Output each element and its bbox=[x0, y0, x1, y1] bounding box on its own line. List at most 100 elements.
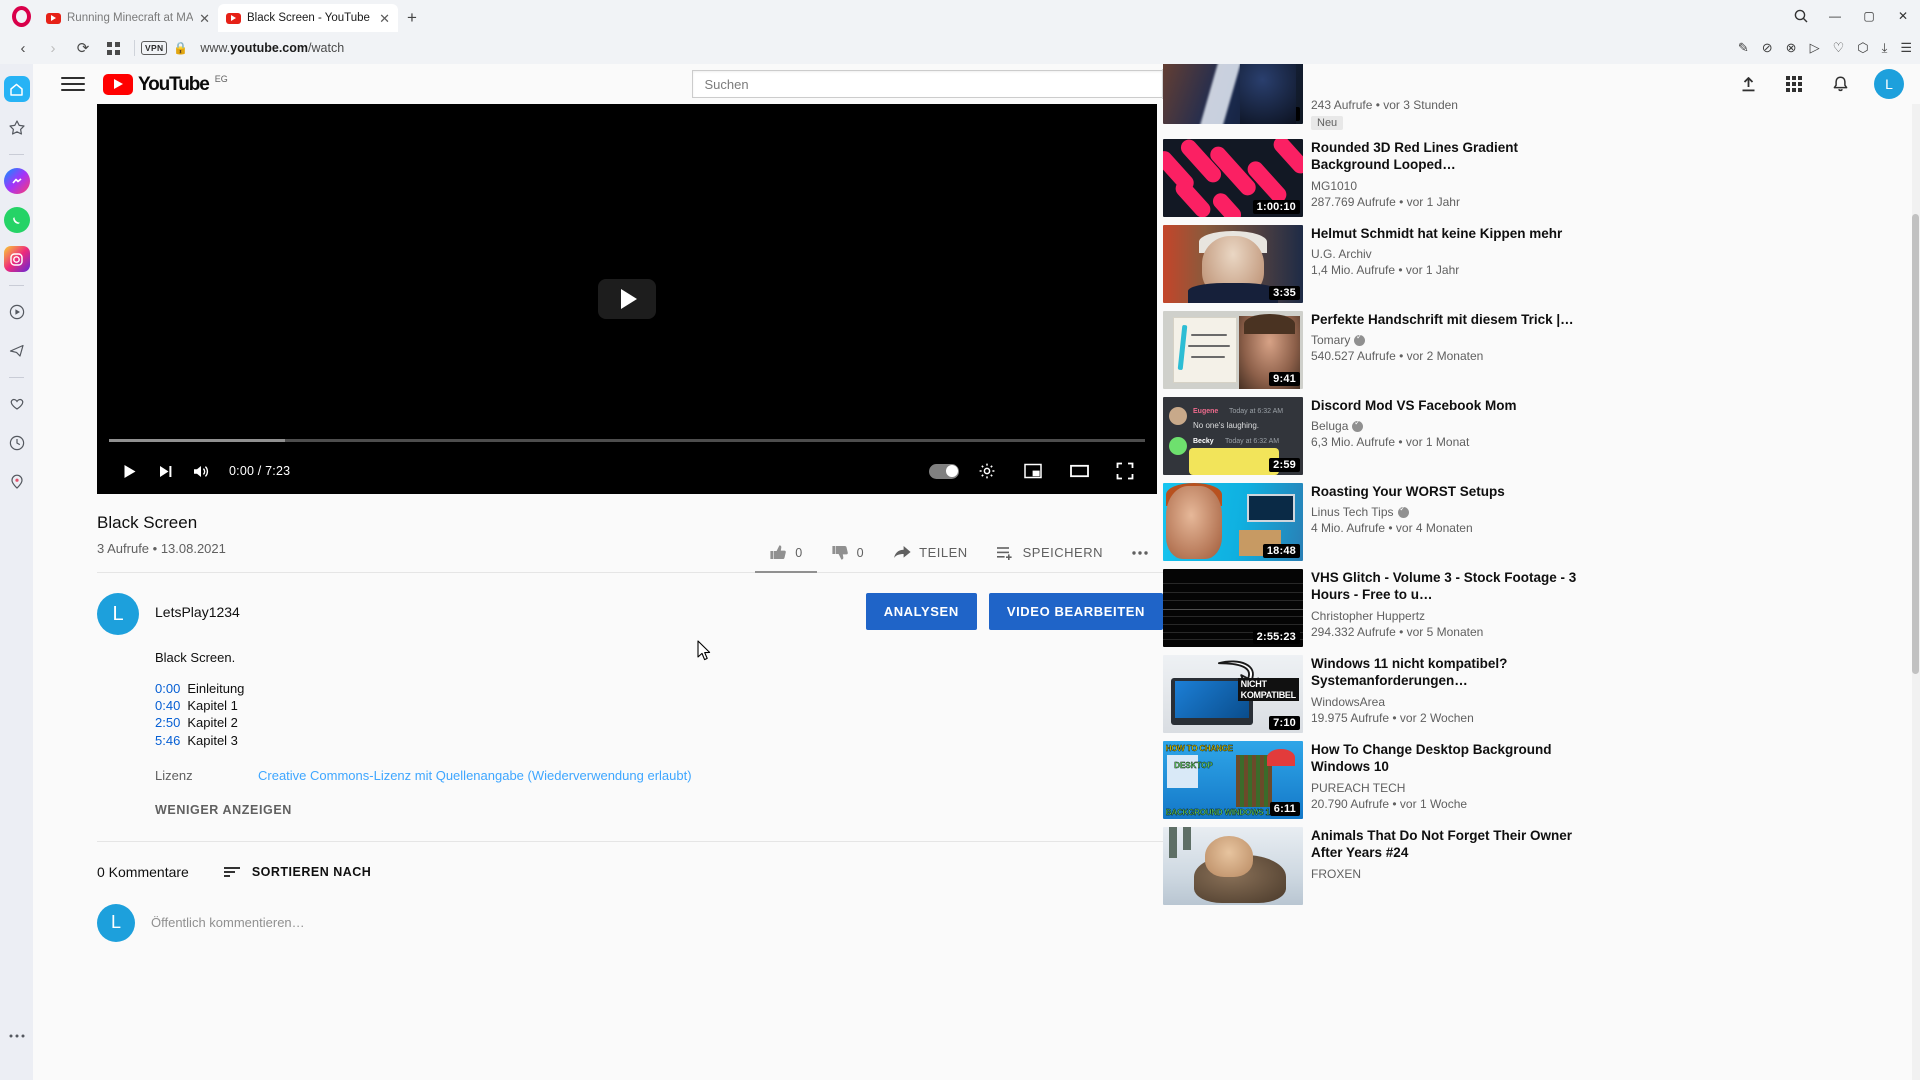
video-thumbnail[interactable]: 18:48 bbox=[1163, 483, 1303, 561]
video-title[interactable]: Roasting Your WORST Setups bbox=[1311, 483, 1595, 500]
video-thumbnail[interactable]: HOW TO CHANGE DESKTOP BACKGROUND WINDOWS… bbox=[1163, 741, 1303, 819]
video-channel[interactable]: Christopher Huppertz bbox=[1311, 609, 1595, 623]
save-button[interactable]: SPEICHERN bbox=[982, 534, 1117, 572]
chapter-timestamp[interactable]: 0:40 bbox=[155, 697, 180, 714]
heart-icon[interactable] bbox=[4, 391, 30, 417]
edit-video-button[interactable]: VIDEO BEARBEITEN bbox=[988, 593, 1163, 630]
share-button[interactable]: TEILEN bbox=[878, 534, 982, 572]
gear-icon[interactable] bbox=[969, 453, 1005, 489]
chapter-timestamp[interactable]: 0:00 bbox=[155, 680, 180, 697]
scrollbar-thumb[interactable] bbox=[1912, 214, 1919, 674]
browser-tab-2[interactable]: Black Screen - YouTube ✕ bbox=[218, 4, 398, 32]
comment-input[interactable]: Öffentlich kommentieren… bbox=[151, 915, 305, 930]
sort-by-button[interactable]: SORTIEREN NACH bbox=[223, 865, 372, 879]
video-title[interactable]: Helmut Schmidt hat keine Kippen mehr bbox=[1311, 225, 1595, 242]
miniplayer-icon[interactable] bbox=[1015, 453, 1051, 489]
hamburger-icon[interactable] bbox=[61, 72, 85, 96]
video-title[interactable]: Perfekte Handschrift mit diesem Trick |… bbox=[1311, 311, 1595, 328]
browser-tab-1[interactable]: Running Minecraft at MAX ✕ bbox=[38, 4, 218, 32]
channel-name[interactable]: LetsPlay1234 bbox=[155, 604, 240, 620]
menu-icon[interactable]: ☰ bbox=[1900, 40, 1912, 56]
video-channel[interactable]: U.G. Archiv bbox=[1311, 247, 1595, 261]
reload-icon[interactable]: ⟳ bbox=[68, 34, 98, 62]
new-tab-button[interactable]: + bbox=[398, 4, 426, 32]
play-icon[interactable] bbox=[111, 453, 147, 489]
history-icon[interactable] bbox=[4, 430, 30, 456]
close-icon[interactable]: ✕ bbox=[199, 12, 210, 25]
video-channel[interactable]: MG1010 bbox=[1311, 179, 1595, 193]
search-input[interactable] bbox=[704, 76, 1162, 92]
video-thumbnail[interactable] bbox=[1163, 827, 1303, 905]
close-window-button[interactable]: ✕ bbox=[1886, 0, 1920, 32]
video-title[interactable]: Rounded 3D Red Lines Gradient Background… bbox=[1311, 139, 1595, 174]
list-item[interactable]: 18:48 Roasting Your WORST Setups Linus T… bbox=[1163, 483, 1595, 561]
chapter-timestamp[interactable]: 5:46 bbox=[155, 732, 180, 749]
list-item[interactable]: Animals That Do Not Forget Their Owner A… bbox=[1163, 827, 1595, 905]
cookie-block-icon[interactable]: ⊗ bbox=[1786, 40, 1797, 56]
volume-icon[interactable] bbox=[183, 453, 219, 489]
workspaces-icon[interactable] bbox=[98, 34, 128, 62]
video-channel[interactable]: Tomary bbox=[1311, 332, 1595, 347]
avatar[interactable]: L bbox=[1874, 69, 1904, 99]
video-player[interactable]: 0:00 / 7:23 bbox=[97, 104, 1157, 494]
bookmark-icon[interactable]: ♡ bbox=[1833, 40, 1845, 56]
video-thumbnail[interactable]: 1:00:10 bbox=[1163, 139, 1303, 217]
maximize-button[interactable]: ▢ bbox=[1852, 0, 1886, 32]
youtube-logo[interactable]: YouTube EG bbox=[103, 73, 228, 95]
video-channel[interactable]: Linus Tech Tips bbox=[1311, 504, 1595, 519]
video-thumbnail[interactable]: Eugene Today at 6:32 AM No one's laughin… bbox=[1163, 397, 1303, 475]
show-less-button[interactable]: WENIGER ANZEIGEN bbox=[155, 803, 1163, 817]
list-item[interactable]: Eugene Today at 6:32 AM No one's laughin… bbox=[1163, 397, 1595, 475]
close-icon[interactable]: ✕ bbox=[379, 12, 390, 25]
telegram-icon[interactable] bbox=[4, 338, 30, 364]
downloads-icon[interactable]: ⤓ bbox=[1882, 40, 1888, 56]
video-thumbnail[interactable]: 2:55:23 bbox=[1163, 569, 1303, 647]
theater-icon[interactable] bbox=[1061, 453, 1097, 489]
upload-icon[interactable] bbox=[1736, 72, 1760, 96]
video-title[interactable]: Discord Mod VS Facebook Mom bbox=[1311, 397, 1595, 414]
list-item[interactable]: HOW TO CHANGE DESKTOP BACKGROUND WINDOWS… bbox=[1163, 741, 1595, 819]
pin-icon[interactable] bbox=[4, 469, 30, 495]
video-title[interactable]: How To Change Desktop Background Windows… bbox=[1311, 741, 1595, 776]
bell-icon[interactable] bbox=[1828, 72, 1852, 96]
more-icon[interactable] bbox=[4, 1023, 30, 1049]
video-title[interactable]: Windows 11 nicht kompatibel? Systemanfor… bbox=[1311, 655, 1595, 690]
list-item[interactable]: 10:10 243 Aufrufe • vor 3 Stunden Neu bbox=[1163, 64, 1595, 131]
home-icon[interactable] bbox=[3, 76, 30, 102]
url-text[interactable]: www.youtube.com/watch bbox=[200, 41, 344, 55]
extensions-icon[interactable]: ⬡ bbox=[1857, 40, 1868, 56]
big-play-button[interactable] bbox=[598, 279, 656, 319]
edit-page-icon[interactable]: ✎ bbox=[1738, 40, 1749, 56]
list-item[interactable]: NICHT KOMPATIBEL 7:10 Windows 11 nicht ko… bbox=[1163, 655, 1595, 733]
video-thumbnail[interactable]: 3:35 bbox=[1163, 225, 1303, 303]
video-thumbnail[interactable]: NICHT KOMPATIBEL 7:10 bbox=[1163, 655, 1303, 733]
list-item[interactable]: 9:41 Perfekte Handschrift mit diesem Tri… bbox=[1163, 311, 1595, 389]
like-button[interactable]: 0 bbox=[755, 533, 818, 573]
next-icon[interactable] bbox=[147, 453, 183, 489]
forward-arrow-icon[interactable]: › bbox=[38, 34, 68, 62]
star-icon[interactable] bbox=[4, 115, 30, 141]
back-arrow-icon[interactable]: ‹ bbox=[8, 34, 38, 62]
analytics-button[interactable]: ANALYSEN bbox=[865, 593, 977, 630]
ad-block-icon[interactable]: ⊘ bbox=[1762, 40, 1773, 56]
video-thumbnail[interactable]: 9:41 bbox=[1163, 311, 1303, 389]
video-title[interactable]: Animals That Do Not Forget Their Owner A… bbox=[1311, 827, 1595, 862]
channel-avatar[interactable]: L bbox=[97, 593, 139, 635]
search-icon[interactable] bbox=[1784, 0, 1818, 32]
video-channel[interactable]: WindowsArea bbox=[1311, 695, 1595, 709]
minimize-button[interactable]: — bbox=[1818, 0, 1852, 32]
apps-grid-icon[interactable] bbox=[1782, 72, 1806, 96]
video-channel[interactable]: FROXEN bbox=[1311, 867, 1595, 881]
more-actions-button[interactable] bbox=[1117, 540, 1163, 566]
list-item[interactable]: 1:00:10 Rounded 3D Red Lines Gradient Ba… bbox=[1163, 139, 1595, 217]
whatsapp-icon[interactable] bbox=[3, 207, 30, 233]
list-item[interactable]: 2:55:23 VHS Glitch - Volume 3 - Stock Fo… bbox=[1163, 569, 1595, 647]
messenger-icon[interactable] bbox=[3, 168, 30, 194]
fullscreen-icon[interactable] bbox=[1107, 453, 1143, 489]
progress-bar[interactable] bbox=[109, 439, 1145, 442]
video-channel[interactable]: Beluga bbox=[1311, 418, 1595, 433]
search-box[interactable] bbox=[691, 70, 1162, 98]
dislike-button[interactable]: 0 bbox=[817, 533, 878, 572]
vpn-badge[interactable]: VPN bbox=[141, 41, 168, 55]
video-thumbnail[interactable]: 10:10 bbox=[1163, 64, 1303, 124]
